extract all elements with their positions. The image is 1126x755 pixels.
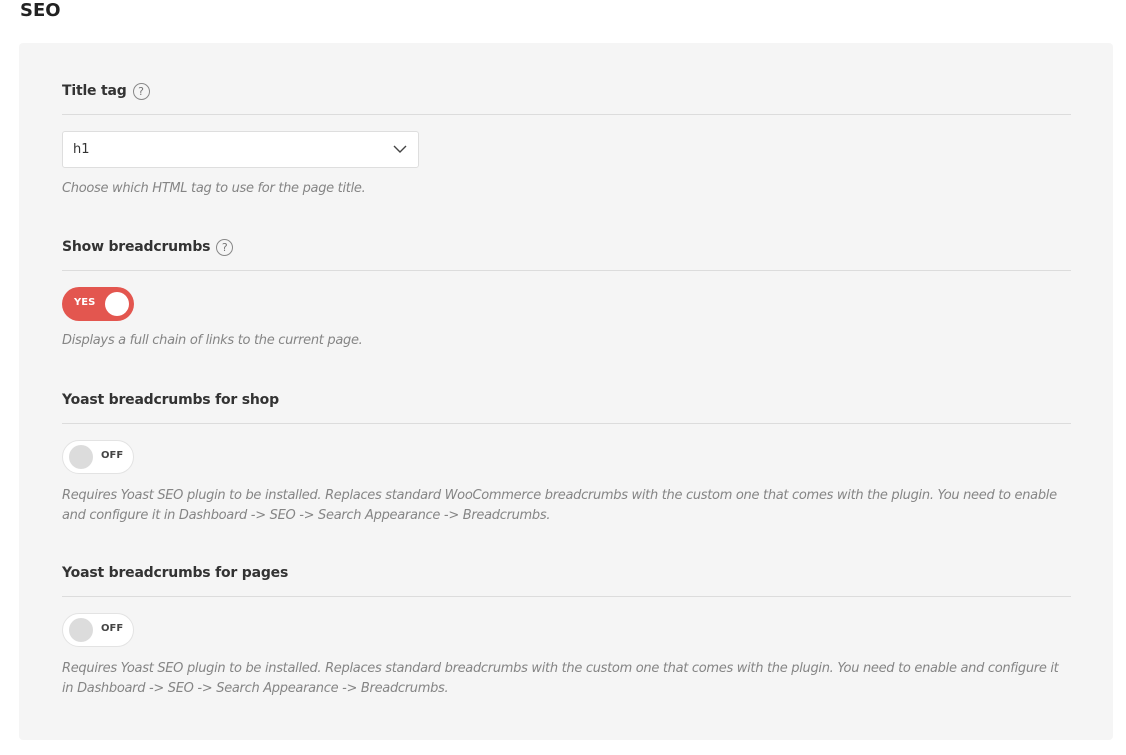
yoast-pages-description: Requires Yoast SEO plugin to be installe… [62, 661, 1059, 696]
toggle-state-label: YES [74, 297, 96, 308]
title-tag-label: Title tag [62, 83, 127, 99]
toggle-knob [69, 445, 93, 469]
title-tag-description: Choose which HTML tag to use for the pag… [62, 181, 366, 196]
show-breadcrumbs-label: Show breadcrumbs [62, 239, 211, 255]
show-breadcrumbs-description: Displays a full chain of links to the cu… [62, 333, 363, 348]
seo-settings-panel: Title tag ? h1 Choose which HTML tag to … [19, 43, 1113, 740]
toggle-state-label: OFF [101, 450, 124, 461]
page-title: SEO [20, 0, 61, 21]
yoast-shop-field: Yoast breadcrumbs for shop OFF Requires … [62, 387, 1071, 526]
chevron-down-icon [393, 145, 407, 153]
title-tag-select-value: h1 [73, 142, 90, 157]
toggle-knob [69, 618, 93, 642]
yoast-pages-field: Yoast breadcrumbs for pages OFF Requires… [62, 560, 1071, 699]
yoast-pages-toggle[interactable]: OFF [62, 613, 134, 647]
title-tag-field: Title tag ? h1 Choose which HTML tag to … [62, 78, 1071, 199]
yoast-shop-description: Requires Yoast SEO plugin to be installe… [62, 488, 1057, 523]
yoast-shop-label: Yoast breadcrumbs for shop [62, 392, 279, 408]
show-breadcrumbs-header: Show breadcrumbs ? [62, 234, 1071, 271]
title-tag-select[interactable]: h1 [62, 131, 419, 168]
yoast-pages-label: Yoast breadcrumbs for pages [62, 565, 289, 581]
yoast-pages-header: Yoast breadcrumbs for pages [62, 560, 1071, 597]
help-icon[interactable]: ? [132, 82, 150, 100]
show-breadcrumbs-toggle[interactable]: YES [62, 287, 134, 321]
toggle-state-label: OFF [101, 623, 124, 634]
yoast-shop-header: Yoast breadcrumbs for shop [62, 387, 1071, 424]
toggle-knob [105, 292, 129, 316]
show-breadcrumbs-field: Show breadcrumbs ? YES Displays a full c… [62, 234, 1071, 351]
help-icon[interactable]: ? [216, 238, 234, 256]
title-tag-header: Title tag ? [62, 78, 1071, 115]
yoast-shop-toggle[interactable]: OFF [62, 440, 134, 474]
